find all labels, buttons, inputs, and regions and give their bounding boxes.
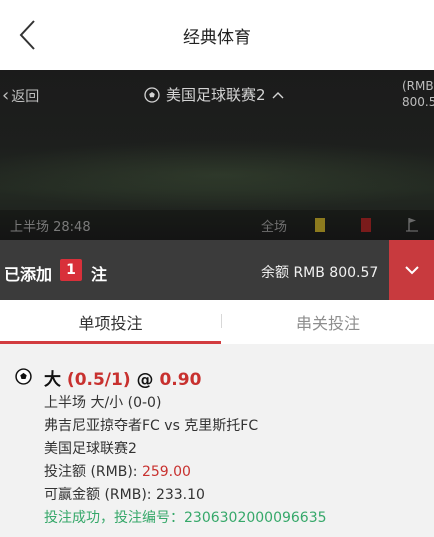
bet-stake: 投注额 (RMB): 259.00 xyxy=(44,461,191,481)
bet-at-symbol: @ xyxy=(136,370,154,390)
video-back-button[interactable]: ‹ 返回 xyxy=(2,86,39,106)
chevron-left-icon: ‹ xyxy=(2,85,10,106)
full-match-label: 全场 xyxy=(261,220,288,235)
video-balance-amount: 800.57 xyxy=(402,95,434,109)
bet-status: 投注成功，投注编号：2306302000096635 xyxy=(44,510,327,526)
bet-detail-panel: 大 (0.5/1) @ 0.90 上半场 大/小 (0-0) 弗吉尼亚掠夺者FC… xyxy=(0,344,434,537)
pitch-glow xyxy=(0,140,434,210)
tab-single-bet[interactable]: 单项投注 xyxy=(0,300,221,344)
bet-pick: 大 xyxy=(44,370,61,390)
back-chevron-icon[interactable] xyxy=(16,18,40,52)
red-card-icon xyxy=(361,218,371,232)
video-balance-currency: (RMB) xyxy=(402,79,434,93)
live-video-panel: ‹ 返回 美国足球联赛2 (RMB) 800.57 上半场 28:48 全场 xyxy=(0,70,434,240)
half-time-clock: 上半场 28:48 xyxy=(10,220,91,235)
league-selector[interactable]: 美国足球联赛2 xyxy=(144,84,284,105)
bet-type-tabs: 单项投注 串关投注 xyxy=(0,300,434,344)
bet-handicap-line: (0.5/1) xyxy=(66,370,131,390)
bet-odds: 0.90 xyxy=(159,370,202,390)
collapse-bet-slip-button[interactable] xyxy=(389,240,434,300)
win-value: 233.10 xyxy=(155,487,205,503)
added-suffix: 注 xyxy=(91,265,108,284)
tab-parlay-bet[interactable]: 串关投注 xyxy=(222,300,434,344)
bet-league: 美国足球联赛2 xyxy=(44,441,137,457)
match-status-bar: 上半场 28:48 全场 xyxy=(0,210,434,240)
added-count-badge: 1 xyxy=(60,259,82,281)
yellow-card-icon xyxy=(315,218,325,232)
added-label: 已添加 xyxy=(4,265,53,284)
league-selector-label: 美国足球联赛2 xyxy=(166,86,266,104)
balance-label: 余额 RMB 800.57 xyxy=(261,265,379,281)
bet-selection: 大 (0.5/1) @ 0.90 xyxy=(44,365,201,390)
bet-market: 上半场 大/小 (0-0) xyxy=(44,395,162,411)
chevron-down-icon xyxy=(404,266,419,275)
corner-flag-icon xyxy=(406,218,418,232)
bet-potential-win: 可赢金额 (RMB): 233.10 xyxy=(44,484,205,504)
win-label: 可赢金额 (RMB): xyxy=(44,487,156,503)
page-title: 经典体育 xyxy=(183,27,251,48)
stake-label: 投注额 (RMB): xyxy=(44,464,142,480)
bet-match: 弗吉尼亚掠夺者FC vs 克里斯托FC xyxy=(44,418,259,434)
bet-slip-bar: 已添加 1 注 余额 RMB 800.57 xyxy=(0,240,434,300)
app-header: 经典体育 xyxy=(0,0,434,70)
soccer-ball-icon xyxy=(15,368,32,385)
soccer-ball-icon xyxy=(144,86,160,103)
stake-value: 259.00 xyxy=(141,464,191,480)
video-balance: (RMB) 800.57 xyxy=(402,78,434,110)
video-back-label: 返回 xyxy=(11,89,40,105)
chevron-up-icon xyxy=(272,91,284,98)
